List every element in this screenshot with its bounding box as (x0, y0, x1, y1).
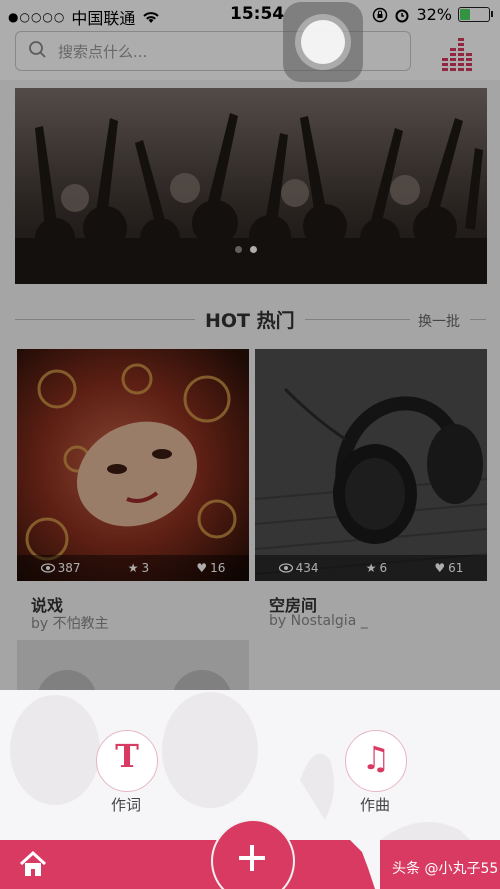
compose-label[interactable]: 作曲 (360, 794, 390, 815)
home-icon[interactable] (18, 850, 48, 878)
dim-overlay[interactable] (0, 0, 500, 690)
lyrics-label[interactable]: 作词 (111, 794, 141, 815)
assistive-center (301, 20, 345, 64)
text-icon: T (115, 737, 139, 775)
compose-button[interactable]: ♫ (345, 730, 407, 792)
watermark: 头条 @小丸子55 (392, 861, 499, 877)
lyrics-button[interactable]: T (96, 730, 158, 792)
assistive-touch-button[interactable] (283, 2, 363, 82)
create-action-sheet: T 作词 ♫ 作曲 头条 @小丸子55 (0, 690, 500, 889)
plus-icon (239, 845, 265, 871)
music-note-icon: ♫ (361, 739, 391, 777)
